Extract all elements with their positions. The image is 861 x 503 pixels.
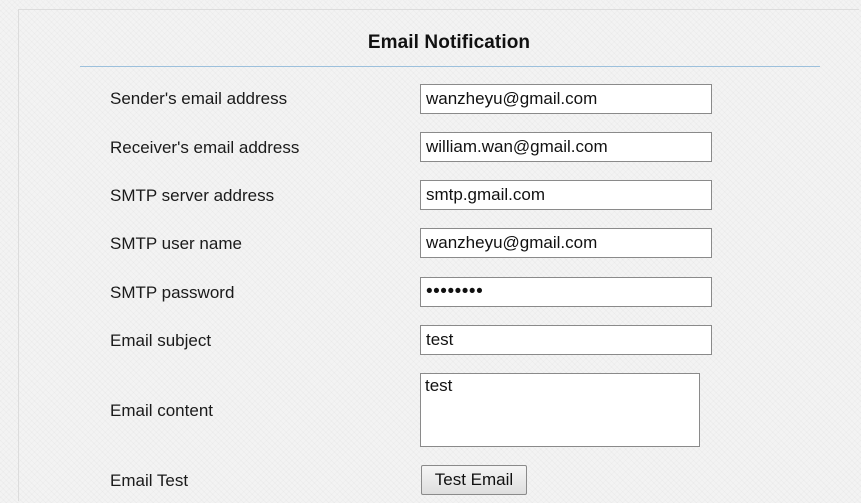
email-content-textarea[interactable]: test xyxy=(420,373,700,447)
email-content-label: Email content xyxy=(110,401,213,420)
email-test-label: Email Test xyxy=(110,471,189,490)
smtp-user-label: SMTP user name xyxy=(110,234,242,253)
sender-email-input[interactable] xyxy=(420,84,712,114)
smtp-user-input[interactable] xyxy=(420,228,712,258)
smtp-password-label: SMTP password xyxy=(110,283,235,302)
test-email-button[interactable]: Test Email xyxy=(421,465,527,495)
section-title: Email Notification xyxy=(367,32,531,53)
email-subject-label: Email subject xyxy=(110,331,212,350)
smtp-server-input[interactable] xyxy=(420,180,712,210)
receiver-email-label: Receiver's email address xyxy=(110,138,300,157)
receiver-email-input[interactable] xyxy=(420,132,712,162)
title-divider xyxy=(80,66,820,67)
email-subject-input[interactable] xyxy=(420,325,712,355)
sender-email-label: Sender's email address xyxy=(110,89,288,108)
smtp-server-label: SMTP server address xyxy=(110,186,275,205)
smtp-password-input[interactable] xyxy=(420,277,712,307)
